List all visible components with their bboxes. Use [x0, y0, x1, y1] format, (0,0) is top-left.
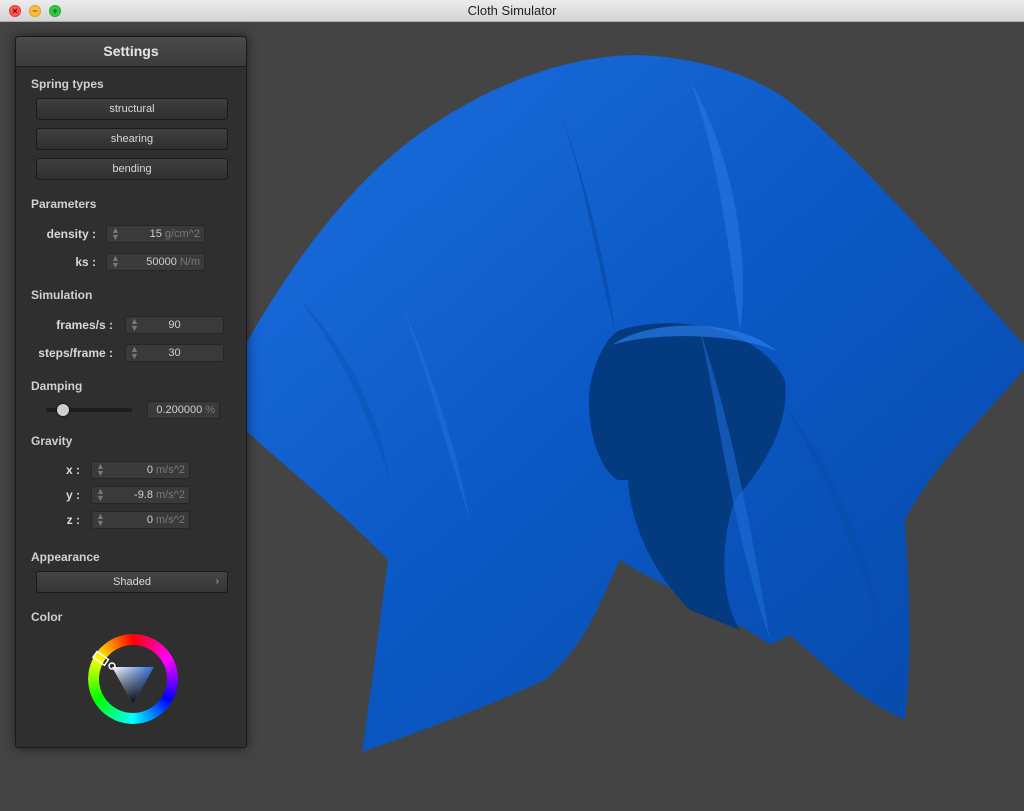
color-heading: Color — [31, 610, 63, 624]
gravity-z-unit: m/s^2 — [156, 514, 185, 526]
gravity-heading: Gravity — [31, 434, 73, 448]
density-input[interactable]: ▲ ▼ 15 g/cm^2 — [106, 225, 205, 243]
parameters-heading: Parameters — [31, 197, 97, 211]
damping-slider[interactable] — [46, 404, 132, 416]
gravity-z-input[interactable]: ▲ ▼ 0 m/s^2 — [91, 511, 190, 529]
appearance-heading: Appearance — [31, 550, 100, 564]
appearance-selected-value: Shaded — [113, 576, 151, 588]
frames-per-second-input[interactable]: ▲ ▼ 90 — [125, 316, 224, 334]
gravity-x-input[interactable]: ▲ ▼ 0 m/s^2 — [91, 461, 190, 479]
steps-per-frame-value: 30 — [168, 347, 181, 359]
structural-toggle-button[interactable]: structural — [36, 98, 228, 120]
appearance-dropdown[interactable]: Shaded › — [36, 571, 228, 593]
frames-per-second-value: 90 — [168, 319, 181, 331]
density-value: 15 — [149, 228, 162, 240]
gravity-y-unit: m/s^2 — [156, 489, 185, 501]
ks-input[interactable]: ▲ ▼ 50000 N/m — [106, 253, 205, 271]
gravity-z-label: z : — [66, 513, 80, 527]
damping-input[interactable]: 0.200000% — [147, 401, 220, 419]
steps-per-frame-label: steps/frame : — [38, 346, 113, 360]
spinner-icon[interactable]: ▲ ▼ — [96, 512, 105, 528]
density-label: density : — [46, 227, 96, 241]
spring-types-heading: Spring types — [31, 77, 104, 91]
shearing-toggle-button[interactable]: shearing — [36, 128, 228, 150]
steps-per-frame-input[interactable]: ▲ ▼ 30 — [125, 344, 224, 362]
gravity-z-value: 0 — [146, 514, 153, 526]
damping-unit: % — [205, 404, 215, 416]
gravity-y-value: -9.8 — [134, 489, 153, 501]
ks-label: ks : — [75, 255, 96, 269]
bending-toggle-button[interactable]: bending — [36, 158, 228, 180]
spinner-icon[interactable]: ▲ ▼ — [96, 487, 105, 503]
window-title: Cloth Simulator — [467, 3, 557, 18]
gravity-x-unit: m/s^2 — [156, 464, 185, 476]
simulation-heading: Simulation — [31, 288, 93, 302]
damping-value: 0.200000 — [156, 404, 203, 416]
settings-panel-title[interactable]: Settings — [16, 37, 246, 67]
spinner-icon[interactable]: ▲ ▼ — [111, 226, 120, 242]
density-unit: g/cm^2 — [164, 228, 200, 240]
ks-value: 50000 — [146, 256, 177, 268]
ks-unit: N/m — [179, 256, 200, 268]
chevron-right-icon: › — [215, 576, 219, 587]
gravity-y-input[interactable]: ▲ ▼ -9.8 m/s^2 — [91, 486, 190, 504]
title-bar: × − + Cloth Simulator — [0, 0, 1024, 22]
gravity-y-label: y : — [65, 488, 80, 502]
color-wheel-picker[interactable] — [88, 634, 178, 724]
settings-panel: Settings Spring types structural shearin… — [15, 36, 247, 748]
damping-heading: Damping — [31, 379, 83, 393]
frames-per-second-label: frames/s : — [56, 318, 113, 332]
damping-slider-handle[interactable] — [57, 404, 70, 416]
spinner-icon[interactable]: ▲ ▼ — [111, 254, 120, 270]
gravity-x-label: x : — [65, 463, 80, 477]
gravity-x-value: 0 — [146, 464, 153, 476]
spinner-icon[interactable]: ▲ ▼ — [96, 462, 105, 478]
